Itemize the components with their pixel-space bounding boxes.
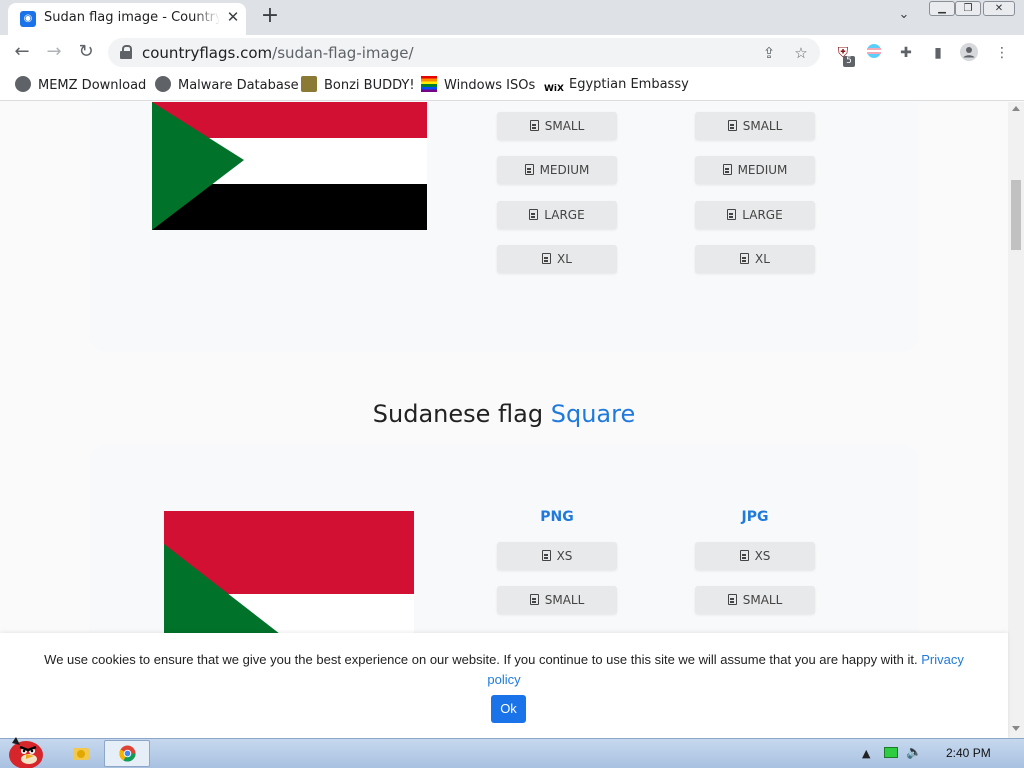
bookmark-egyptian-embassy[interactable]: WiX Egyptian Embassy <box>544 76 689 96</box>
file-icon <box>529 209 539 220</box>
file-icon <box>542 253 552 264</box>
file-icon <box>739 550 749 561</box>
profile-avatar-icon[interactable] <box>959 43 979 63</box>
site-favicon-icon: ◉ <box>20 11 36 27</box>
lock-icon[interactable] <box>120 45 132 59</box>
tab-search-icon[interactable]: ⌄ <box>894 7 914 27</box>
volume-icon[interactable]: 🔈 <box>906 745 922 760</box>
png-large-button[interactable]: LARGE <box>497 201 617 229</box>
side-panel-icon[interactable]: ▮ <box>928 43 948 63</box>
tab-close-icon[interactable]: ✕ <box>225 9 241 25</box>
start-button-angry-bird-icon[interactable] <box>2 731 46 768</box>
png-small-button[interactable]: SMALL <box>497 586 617 614</box>
png-xl-button[interactable]: XL <box>497 245 617 273</box>
wix-icon: WiX <box>544 84 564 94</box>
reload-button[interactable]: ↻ <box>73 39 99 65</box>
bonzi-icon <box>301 76 317 92</box>
back-button[interactable]: ← <box>9 39 35 65</box>
taskbar-clock[interactable]: 2:40 PM <box>946 746 991 760</box>
trans-flag-extension-icon[interactable] <box>864 43 884 63</box>
png-xs-button[interactable]: XS <box>497 542 617 570</box>
file-icon <box>541 550 551 561</box>
bookmark-memz[interactable]: MEMZ Download <box>15 76 146 96</box>
file-icon <box>529 120 539 131</box>
taskbar-chrome-button[interactable] <box>104 740 150 767</box>
chrome-icon <box>119 745 136 762</box>
file-icon <box>722 164 732 175</box>
cookie-ok-button[interactable]: Ok <box>491 695 526 723</box>
scroll-down-arrow-icon[interactable] <box>1012 726 1020 731</box>
network-icon[interactable] <box>884 747 898 758</box>
jpg-small-button[interactable]: SMALL <box>695 586 815 614</box>
flag-card-rectangle: SMALL MEDIUM LARGE XL SMALL MEDIUM LARGE… <box>89 102 919 352</box>
bookmark-windows-isos[interactable]: Windows ISOs <box>421 76 535 96</box>
globe-icon <box>155 76 171 92</box>
png-column-header: PNG <box>540 509 574 525</box>
cookie-message: We use cookies to ensure that we give yo… <box>44 652 964 687</box>
scrollbar-thumb[interactable] <box>1011 180 1021 250</box>
url-text[interactable]: countryflags.com/sudan-flag-image/ <box>142 44 414 62</box>
jpg-large-button[interactable]: LARGE <box>695 201 815 229</box>
sudan-flag-square-image <box>164 511 414 641</box>
forward-button[interactable]: → <box>41 39 67 65</box>
file-icon <box>727 209 737 220</box>
section-title-square: Sudanese flag Square <box>372 400 636 428</box>
tab-title: Sudan flag image - Country flags <box>44 10 220 25</box>
bookmark-bonzi-buddy[interactable]: Bonzi BUDDY! <box>301 76 415 96</box>
globe-icon <box>15 76 31 92</box>
tray-expand-icon[interactable]: ▲ <box>862 747 870 760</box>
extension-badge: 5 <box>843 56 855 67</box>
share-icon[interactable]: ⇪ <box>759 43 779 63</box>
file-icon <box>727 120 737 131</box>
sudan-flag-rectangle-image <box>152 102 427 230</box>
page-scrollbar[interactable] <box>1008 102 1024 738</box>
jpg-medium-button[interactable]: MEDIUM <box>695 156 815 184</box>
bookmark-malware-database[interactable]: Malware Database <box>155 76 299 96</box>
menu-kebab-icon[interactable]: ⋮ <box>992 43 1012 63</box>
jpg-small-button[interactable]: SMALL <box>695 112 815 140</box>
tab-active[interactable]: ◉ Sudan flag image - Country flags ✕ <box>8 3 246 35</box>
png-medium-button[interactable]: MEDIUM <box>497 156 617 184</box>
new-tab-button[interactable]: + <box>258 5 282 29</box>
png-small-button[interactable]: SMALL <box>497 112 617 140</box>
tab-strip: ◉ Sudan flag image - Country flags ✕ + ⌄… <box>0 0 1024 35</box>
taskbar: ▲ 🔈 2:40 PM <box>0 737 1024 768</box>
restore-button[interactable]: ❐ <box>955 1 981 16</box>
extensions-puzzle-icon[interactable]: ✚ <box>896 43 916 63</box>
file-icon <box>529 594 539 605</box>
browser-toolbar: ← → ↻ countryflags.com/sudan-flag-image/… <box>0 35 1024 70</box>
file-icon <box>740 253 750 264</box>
address-bar[interactable]: countryflags.com/sudan-flag-image/ ⇪ ☆ <box>108 38 820 67</box>
cookie-banner: We use cookies to ensure that we give yo… <box>0 633 1008 738</box>
jpg-column-header: JPG <box>741 509 769 525</box>
file-icon <box>727 594 737 605</box>
minimize-button[interactable]: ▁ <box>929 1 955 16</box>
rainbow-flag-icon <box>421 76 437 92</box>
bookmark-star-icon[interactable]: ☆ <box>791 43 811 63</box>
window-close-button[interactable]: ✕ <box>983 1 1015 16</box>
jpg-xs-button[interactable]: XS <box>695 542 815 570</box>
file-explorer-icon[interactable] <box>70 742 92 764</box>
bookmarks-bar: MEMZ Download Malware Database Bonzi BUD… <box>0 70 1024 101</box>
file-icon <box>524 164 534 175</box>
jpg-xl-button[interactable]: XL <box>695 245 815 273</box>
scroll-up-arrow-icon[interactable] <box>1012 106 1020 111</box>
